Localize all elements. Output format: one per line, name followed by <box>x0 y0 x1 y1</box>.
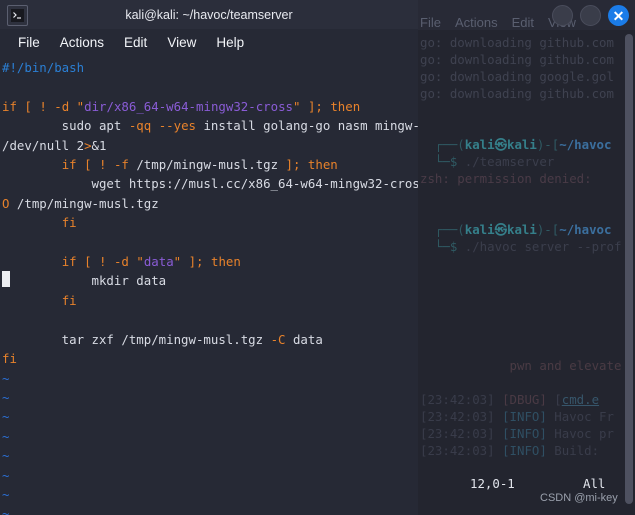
vim-status-position: 12,0-1 <box>470 476 515 491</box>
text-cursor <box>2 271 10 287</box>
background-menu-item-file[interactable]: File <box>420 15 441 30</box>
close-icon[interactable]: ✕ <box>608 5 629 26</box>
terminal-icon <box>7 5 28 26</box>
background-scrollbar[interactable] <box>625 34 633 504</box>
menu-item-view[interactable]: View <box>157 33 206 52</box>
maximize-button[interactable] <box>580 5 601 26</box>
menu-item-actions[interactable]: Actions <box>50 33 114 52</box>
window-controls: ✕ <box>552 5 629 26</box>
menubar: File Actions Edit View Help <box>0 29 418 56</box>
titlebar: kali@kali: ~/havoc/teamserver <box>0 0 418 29</box>
minimize-button[interactable] <box>552 5 573 26</box>
menu-item-file[interactable]: File <box>8 33 50 52</box>
vim-buffer-text: #!/bin/bash if [ ! -d "dir/x86_64-w64-mi… <box>2 60 418 515</box>
foreground-terminal-window[interactable]: kali@kali: ~/havoc/teamserver File Actio… <box>0 0 418 515</box>
vim-editor-area[interactable]: #!/bin/bash if [ ! -d "dir/x86_64-w64-mi… <box>0 56 418 515</box>
vim-status-scroll: All <box>583 476 606 491</box>
menu-item-help[interactable]: Help <box>206 33 254 52</box>
menu-item-edit[interactable]: Edit <box>114 33 157 52</box>
window-title: kali@kali: ~/havoc/teamserver <box>125 7 293 22</box>
background-console-output: go: downloading github.com go: downloadi… <box>420 35 622 458</box>
background-menu-item-actions[interactable]: Actions <box>455 15 498 30</box>
background-menu-item-edit[interactable]: Edit <box>512 15 534 30</box>
watermark: CSDN @mi-key <box>540 492 618 504</box>
